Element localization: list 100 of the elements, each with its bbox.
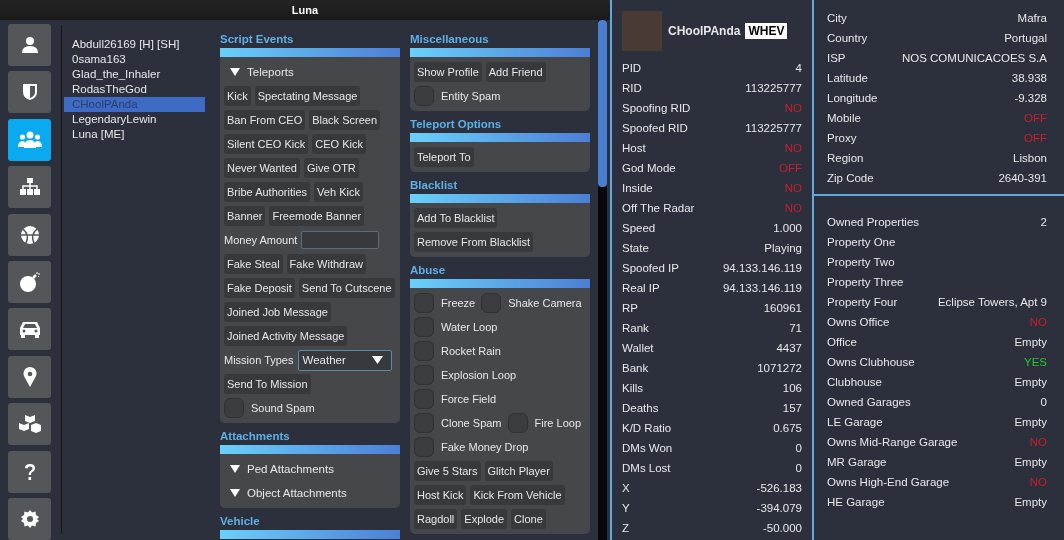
checkbox-label: Entity Spam xyxy=(441,90,501,102)
checkbox[interactable] xyxy=(224,398,244,418)
sidebar-button[interactable] xyxy=(8,308,51,351)
action-button[interactable]: Kick From Vehicle xyxy=(470,485,565,505)
stat-label: Property One xyxy=(827,236,896,248)
action-button[interactable]: Spectating Message xyxy=(254,86,361,106)
stat-value: 4437 xyxy=(776,342,802,354)
stat-value: NO xyxy=(784,182,802,194)
checkbox[interactable] xyxy=(481,293,502,313)
player-list-item[interactable]: Glad_the_Inhaler xyxy=(64,67,205,82)
checkbox[interactable] xyxy=(414,413,434,433)
sidebar-button[interactable] xyxy=(8,166,51,209)
action-button[interactable]: Explode xyxy=(461,509,508,529)
player-list-item[interactable]: RodasTheGod xyxy=(64,82,205,97)
sidebar-button[interactable] xyxy=(8,450,51,493)
action-button[interactable]: Give OTR xyxy=(303,158,359,178)
sidebar-button[interactable] xyxy=(8,403,51,446)
stat-label: State xyxy=(622,242,649,254)
action-button[interactable]: Add To Blacklist xyxy=(414,208,498,228)
checkbox[interactable] xyxy=(414,437,434,457)
action-button[interactable]: Give 5 Stars xyxy=(414,461,481,481)
photo-placeholder xyxy=(622,11,662,51)
action-button[interactable]: Fake Steal xyxy=(224,254,283,274)
player-list-item[interactable]: Abdull26169 [H] [SH] xyxy=(64,37,205,52)
sidebar-button[interactable] xyxy=(8,261,51,303)
action-button[interactable]: Send To Mission xyxy=(224,374,311,394)
action-button[interactable]: Joined Job Message xyxy=(224,302,331,322)
sidebar-button[interactable] xyxy=(8,355,51,398)
bomb-icon xyxy=(18,271,41,293)
action-button[interactable]: Fake Deposit xyxy=(224,278,295,298)
player-list-item[interactable]: LegendaryLewin xyxy=(64,112,205,127)
section-title: Abuse xyxy=(410,263,447,278)
action-button[interactable]: Bribe Authorities xyxy=(224,182,311,202)
action-button[interactable]: Show Profile xyxy=(414,62,482,82)
mission-type-dropdown[interactable]: Weather xyxy=(297,349,392,371)
collapsible-header[interactable]: Ped Attachments xyxy=(224,463,334,475)
collapsible-header[interactable]: Teleports xyxy=(224,66,294,78)
checkbox[interactable] xyxy=(414,86,434,106)
sidebar-button[interactable] xyxy=(8,71,51,114)
stat-value: OFF xyxy=(779,162,802,174)
action-button[interactable]: Ragdoll xyxy=(414,509,458,529)
action-button[interactable]: Kick xyxy=(224,86,251,106)
stat-value: 94.133.146.119 xyxy=(722,262,802,274)
stat-label: Inside xyxy=(622,182,653,194)
action-button[interactable]: Silent CEO Kick xyxy=(224,134,309,154)
stat-value: OFF xyxy=(1024,112,1047,124)
scrollbar-thumb[interactable] xyxy=(598,20,607,187)
stat-value: NO xyxy=(1029,316,1047,328)
checkbox[interactable] xyxy=(414,389,434,409)
player-list-item[interactable]: 0sama163 xyxy=(64,52,205,67)
stat-label: Bank xyxy=(622,362,649,374)
stat-value: -9.328 xyxy=(1014,92,1047,104)
checkbox[interactable] xyxy=(414,317,434,337)
section-title: Teleport Options xyxy=(410,117,503,132)
sidebar-button[interactable] xyxy=(8,213,51,256)
checkbox-label: Explosion Loop xyxy=(441,369,517,381)
checkbox[interactable] xyxy=(414,341,434,361)
action-button[interactable]: Fake Withdraw xyxy=(286,254,366,274)
stat-label: Z xyxy=(622,522,630,534)
action-button[interactable]: Joined Activity Message xyxy=(224,326,348,346)
action-button[interactable]: Remove From Blacklist xyxy=(414,232,534,252)
stat-label: Owns Clubhouse xyxy=(827,356,915,368)
stat-value: 2640-391 xyxy=(998,172,1047,184)
stat-label: Host xyxy=(622,142,646,154)
stat-value: 4 xyxy=(795,62,802,74)
action-button[interactable]: Ban From CEO xyxy=(224,110,306,130)
stat-label: Owns Mid-Range Garage xyxy=(827,436,958,448)
checkbox[interactable] xyxy=(414,365,434,385)
stat-value: Empty xyxy=(1014,376,1047,388)
stat-label: LE Garage xyxy=(827,416,883,428)
sidebar-button[interactable] xyxy=(8,24,51,66)
stat-value: NOS COMUNICACOES S.A xyxy=(901,52,1047,64)
stat-value: 2 xyxy=(1040,216,1047,228)
sidebar-button[interactable] xyxy=(8,118,51,161)
checkbox-label: Fire Loop xyxy=(534,417,582,429)
stat-value: -526.183 xyxy=(756,482,802,494)
action-button[interactable]: Banner xyxy=(224,206,266,226)
action-button[interactable]: CEO Kick xyxy=(312,134,366,154)
action-button[interactable]: Clone xyxy=(511,509,546,529)
collapsible-header[interactable]: Object Attachments xyxy=(224,487,347,499)
action-button[interactable]: Black Screen xyxy=(309,110,380,130)
action-button[interactable]: Veh Kick xyxy=(314,182,363,202)
action-button[interactable]: Host Kick xyxy=(414,485,467,505)
action-button[interactable]: Send To Cutscene xyxy=(298,278,395,298)
stat-label: ISP xyxy=(827,52,846,64)
action-button[interactable]: Never Wanted xyxy=(224,158,300,178)
money-amount-field[interactable] xyxy=(301,231,380,249)
stat-label: K/D Ratio xyxy=(622,422,672,434)
checkbox[interactable] xyxy=(414,293,434,313)
action-button[interactable]: Glitch Player xyxy=(484,461,553,481)
player-list-item[interactable]: Luna [ME] xyxy=(64,127,205,142)
stat-value: NO xyxy=(784,202,802,214)
field-label: Mission Types xyxy=(224,354,294,366)
action-button[interactable]: Teleport To xyxy=(414,147,474,167)
sidebar-button[interactable] xyxy=(8,498,51,540)
action-button[interactable]: Freemode Banner xyxy=(269,206,365,226)
person-icon xyxy=(20,35,39,54)
action-button[interactable]: Add Friend xyxy=(485,62,546,82)
stat-label: Real IP xyxy=(622,282,660,294)
checkbox[interactable] xyxy=(507,413,528,433)
